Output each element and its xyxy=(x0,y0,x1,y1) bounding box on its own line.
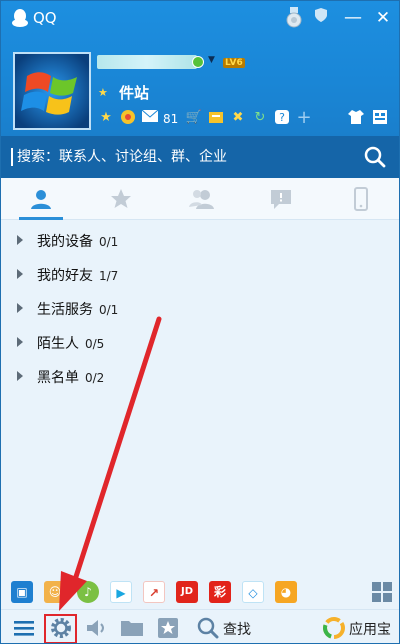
group-label: 生活服务 xyxy=(37,302,93,318)
find-search-icon[interactable] xyxy=(195,615,221,641)
group-count: 0/5 xyxy=(85,337,105,351)
group-count: 0/1 xyxy=(99,235,119,249)
app-store-icon[interactable] xyxy=(321,615,347,641)
skin-shirt-icon[interactable] xyxy=(347,109,365,127)
search-icon[interactable] xyxy=(363,145,387,169)
wallet-icon[interactable] xyxy=(207,109,225,127)
app-store-label[interactable]: 应用宝 xyxy=(349,619,391,639)
profile-header: QQ — ✕ ▼ LV6 ★ 件站 ★ 81 🛒 ✖ ↻ ? + xyxy=(1,1,399,136)
group-count: 0/1 xyxy=(99,303,119,317)
tab-messages[interactable] xyxy=(241,178,321,220)
tab-devices[interactable] xyxy=(321,178,399,220)
expand-arrow-icon[interactable] xyxy=(17,337,23,347)
status-dropdown-icon[interactable]: ▼ xyxy=(208,55,215,65)
contact-group-list: 我的设备 0/1 我的好友 1/7 生活服务 0/1 陌生人 0/5 黑名单 0/2 xyxy=(1,223,399,393)
nickname-field[interactable] xyxy=(97,55,197,69)
stock-chart-icon[interactable]: ↗ xyxy=(143,581,165,603)
expand-arrow-icon[interactable] xyxy=(17,303,23,313)
expand-arrow-icon[interactable] xyxy=(17,269,23,279)
add-app-icon[interactable]: + xyxy=(295,109,313,127)
tab-favorites[interactable] xyxy=(81,178,161,220)
search-caret xyxy=(11,148,13,166)
phone-icon xyxy=(354,187,368,211)
group-my-devices[interactable]: 我的设备 0/1 xyxy=(1,223,399,257)
qq-penguin-icon xyxy=(12,9,28,27)
annotation-highlight-box xyxy=(44,614,77,643)
message-manager-icon[interactable] xyxy=(371,109,389,127)
medal-icon[interactable] xyxy=(282,7,306,29)
group-icon xyxy=(189,190,214,209)
game-icon[interactable]: ✖ xyxy=(229,109,247,127)
tab-contacts[interactable] xyxy=(1,178,81,220)
group-label: 陌生人 xyxy=(37,336,79,352)
group-life-services[interactable]: 生活服务 0/1 xyxy=(1,291,399,325)
group-blacklist[interactable]: 黑名单 0/2 xyxy=(1,359,399,393)
svg-text:?: ? xyxy=(279,111,285,124)
group-count: 0/2 xyxy=(85,371,105,385)
group-count: 1/7 xyxy=(99,269,119,283)
signature-text[interactable]: 件站 xyxy=(119,82,149,103)
qq-music-icon[interactable]: ♪ xyxy=(77,581,99,603)
pet-icon[interactable]: ◕ xyxy=(275,581,297,603)
signature-icon: ★ xyxy=(98,86,108,99)
pc-manager-icon[interactable]: ◇ xyxy=(242,581,264,603)
expand-arrow-icon[interactable] xyxy=(17,235,23,245)
online-status-icon[interactable] xyxy=(192,56,204,68)
close-button[interactable]: ✕ xyxy=(371,7,395,29)
windows-logo-icon xyxy=(15,54,89,128)
search-input[interactable] xyxy=(17,145,357,169)
app-title: QQ xyxy=(33,9,57,27)
help-icon[interactable]: ? xyxy=(273,109,291,127)
level-badge[interactable]: LV6 xyxy=(223,58,245,68)
volume-icon[interactable] xyxy=(84,615,110,641)
tab-groups[interactable] xyxy=(161,178,241,220)
bottom-toolbar: 查找 应用宝 xyxy=(1,609,399,643)
file-folder-icon[interactable] xyxy=(119,615,145,641)
app-shortcut-bar: ▣ ☺ ♪ ▶ ↗ JD 彩 ◇ ◕ xyxy=(1,575,399,609)
app-grid-icon[interactable] xyxy=(371,581,393,603)
title-bar[interactable]: QQ — ✕ xyxy=(1,1,399,35)
star-icon xyxy=(111,189,131,208)
group-label: 我的设备 xyxy=(37,234,93,250)
vip-star-icon[interactable]: ★ xyxy=(97,109,115,127)
search-bar xyxy=(1,136,399,178)
tencent-video-icon[interactable]: ▶ xyxy=(110,581,132,603)
group-label: 我的好友 xyxy=(37,268,93,284)
qq-main-window: QQ — ✕ ▼ LV6 ★ 件站 ★ 81 🛒 ✖ ↻ ? + 搜索：联系人、… xyxy=(0,0,400,644)
favorites-icon[interactable] xyxy=(155,615,181,641)
minimize-button[interactable]: — xyxy=(341,7,365,29)
mail-icon[interactable] xyxy=(141,109,159,127)
main-menu-icon[interactable] xyxy=(11,615,37,641)
find-button-label[interactable]: 查找 xyxy=(223,619,251,639)
group-label: 黑名单 xyxy=(37,370,79,386)
lottery-icon[interactable]: 彩 xyxy=(209,581,231,603)
qq-class-icon[interactable]: ▣ xyxy=(11,581,33,603)
sync-icon[interactable]: ↻ xyxy=(251,109,269,127)
main-tabs xyxy=(1,178,399,220)
qzone-icon[interactable] xyxy=(119,109,137,127)
qq-game-icon[interactable]: ☺ xyxy=(44,581,66,603)
shield-icon[interactable] xyxy=(309,7,333,29)
jd-shop-icon[interactable]: JD xyxy=(176,581,198,603)
avatar[interactable] xyxy=(13,52,91,130)
group-strangers[interactable]: 陌生人 0/5 xyxy=(1,325,399,359)
chat-icon xyxy=(271,190,291,209)
mail-count: 81 xyxy=(163,112,179,126)
active-tab-indicator xyxy=(19,217,63,220)
person-icon xyxy=(31,190,51,209)
shop-cart-icon[interactable]: 🛒 xyxy=(185,109,203,127)
expand-arrow-icon[interactable] xyxy=(17,371,23,381)
group-my-friends[interactable]: 我的好友 1/7 xyxy=(1,257,399,291)
